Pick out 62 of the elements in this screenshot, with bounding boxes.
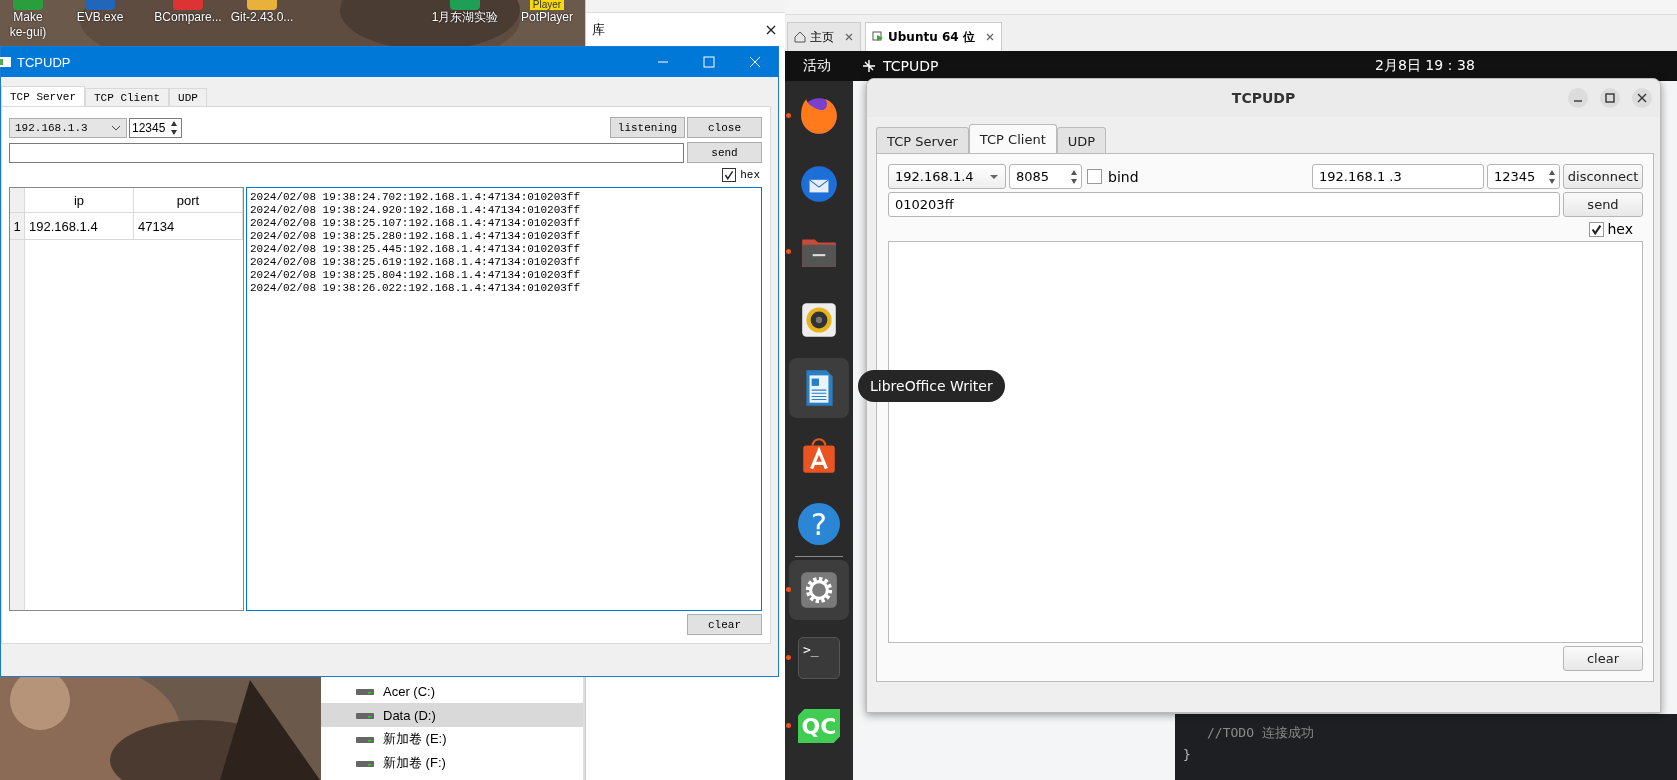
listening-button[interactable]: listening [610,117,685,138]
tab[interactable]: 主页 [787,22,861,51]
icon-label: EVB.exe [76,10,124,25]
icon-label: BCompare... [154,10,222,25]
table-cell: 47134 [134,213,243,239]
send-button[interactable]: send [687,142,762,163]
clock[interactable]: 2月8日 19：38 [1375,57,1475,75]
app-menu[interactable]: TCPUDP [861,58,939,74]
icon-label: Git-2.43.0... [230,10,294,25]
activities-button[interactable]: 活动 [803,57,831,75]
log-line: 2024/02/08 19:38:25.445:192.168.1.4:47134:010203ff [250,243,582,256]
row-number: 1 [10,213,25,239]
port-spinbox[interactable]: 8085 [1009,164,1082,189]
tab[interactable]: TCP Client [968,124,1057,154]
code-line: //TODO 连接成功 [1206,724,1315,742]
server-ip-field[interactable]: 192.168.1 .3 [1312,164,1484,189]
code-line: } [1183,746,1192,764]
log-line: 2024/02/08 19:38:25.619:192.168.1.4:47134:010203ff [250,256,582,269]
dock-item[interactable]: ? [789,494,849,554]
drive-item[interactable]: Acer (C:) [321,679,583,703]
tab[interactable]: TCP Server [1,86,85,106]
ip-dropdown[interactable]: 192.168.1.3 [9,117,127,138]
tab[interactable]: TCP Client [85,88,170,106]
dock-item[interactable]: >_ [789,628,849,688]
tab[interactable]: Ubuntu 64 位 [865,22,1002,51]
port-spinbox[interactable]: 12345 [1487,164,1560,189]
log-line: 2024/02/08 19:38:26.022:192.168.1.4:47134:010203ff [250,282,582,295]
log-line: 2024/02/08 19:38:24.920:192.168.1.4:47134:010203ff [250,204,582,217]
checkbox-label: bind [1108,168,1139,185]
help-icon[interactable]: ? [798,503,840,545]
icon-label: 1月东湖实验 [431,10,499,25]
tab[interactable]: UDP [169,88,207,106]
log-line: 2024/02/08 19:38:24.702:192.168.1.4:47134:010203ff [250,191,582,204]
icon-label: PotPlayer [521,10,573,25]
tab[interactable]: TCP Server [876,127,969,154]
icon-label: ke-gui) [9,25,47,40]
icon-label[interactable]: Player [529,0,565,10]
port-spinbox[interactable]: 12345 [129,117,182,138]
table-cell: 192.168.1.4 [25,213,134,239]
panel-title: 库 [592,21,605,39]
message-field[interactable]: 010203ff [888,192,1560,217]
terminal-icon[interactable]: >_ [798,637,840,679]
drive-item[interactable]: Data (D:) [321,703,583,727]
log-line: 2024/02/08 19:38:25.804:192.168.1.4:47134:010203ff [250,269,582,282]
close-button[interactable]: close [687,117,762,138]
log-line: 2024/02/08 19:38:25.107:192.168.1.4:47134:010203ff [250,217,582,230]
window-title: TCPUDP [17,54,71,70]
window-title: TCPUDP [1231,90,1296,106]
clear-button[interactable]: clear [1563,646,1643,671]
send-button[interactable]: send [1563,192,1643,217]
column-header[interactable]: port [134,188,243,212]
tooltip: LibreOffice Writer [858,370,1005,402]
drive-item[interactable]: 新加卷 (F:) [321,751,583,775]
checkbox-label: hex [1607,221,1633,237]
clear-button[interactable]: clear [687,614,762,635]
column-header[interactable]: ip [25,188,134,212]
ip-dropdown[interactable]: 192.168.1.4 [888,164,1006,189]
icon-label: Make [13,10,43,25]
drive-item[interactable]: 新加卷 (E:) [321,727,583,751]
disconnect-button[interactable]: disconnect [1563,164,1643,189]
log-line: 2024/02/08 19:38:25.280:192.168.1.4:47134:010203ff [250,230,582,243]
checkbox-label: hex [740,169,760,181]
